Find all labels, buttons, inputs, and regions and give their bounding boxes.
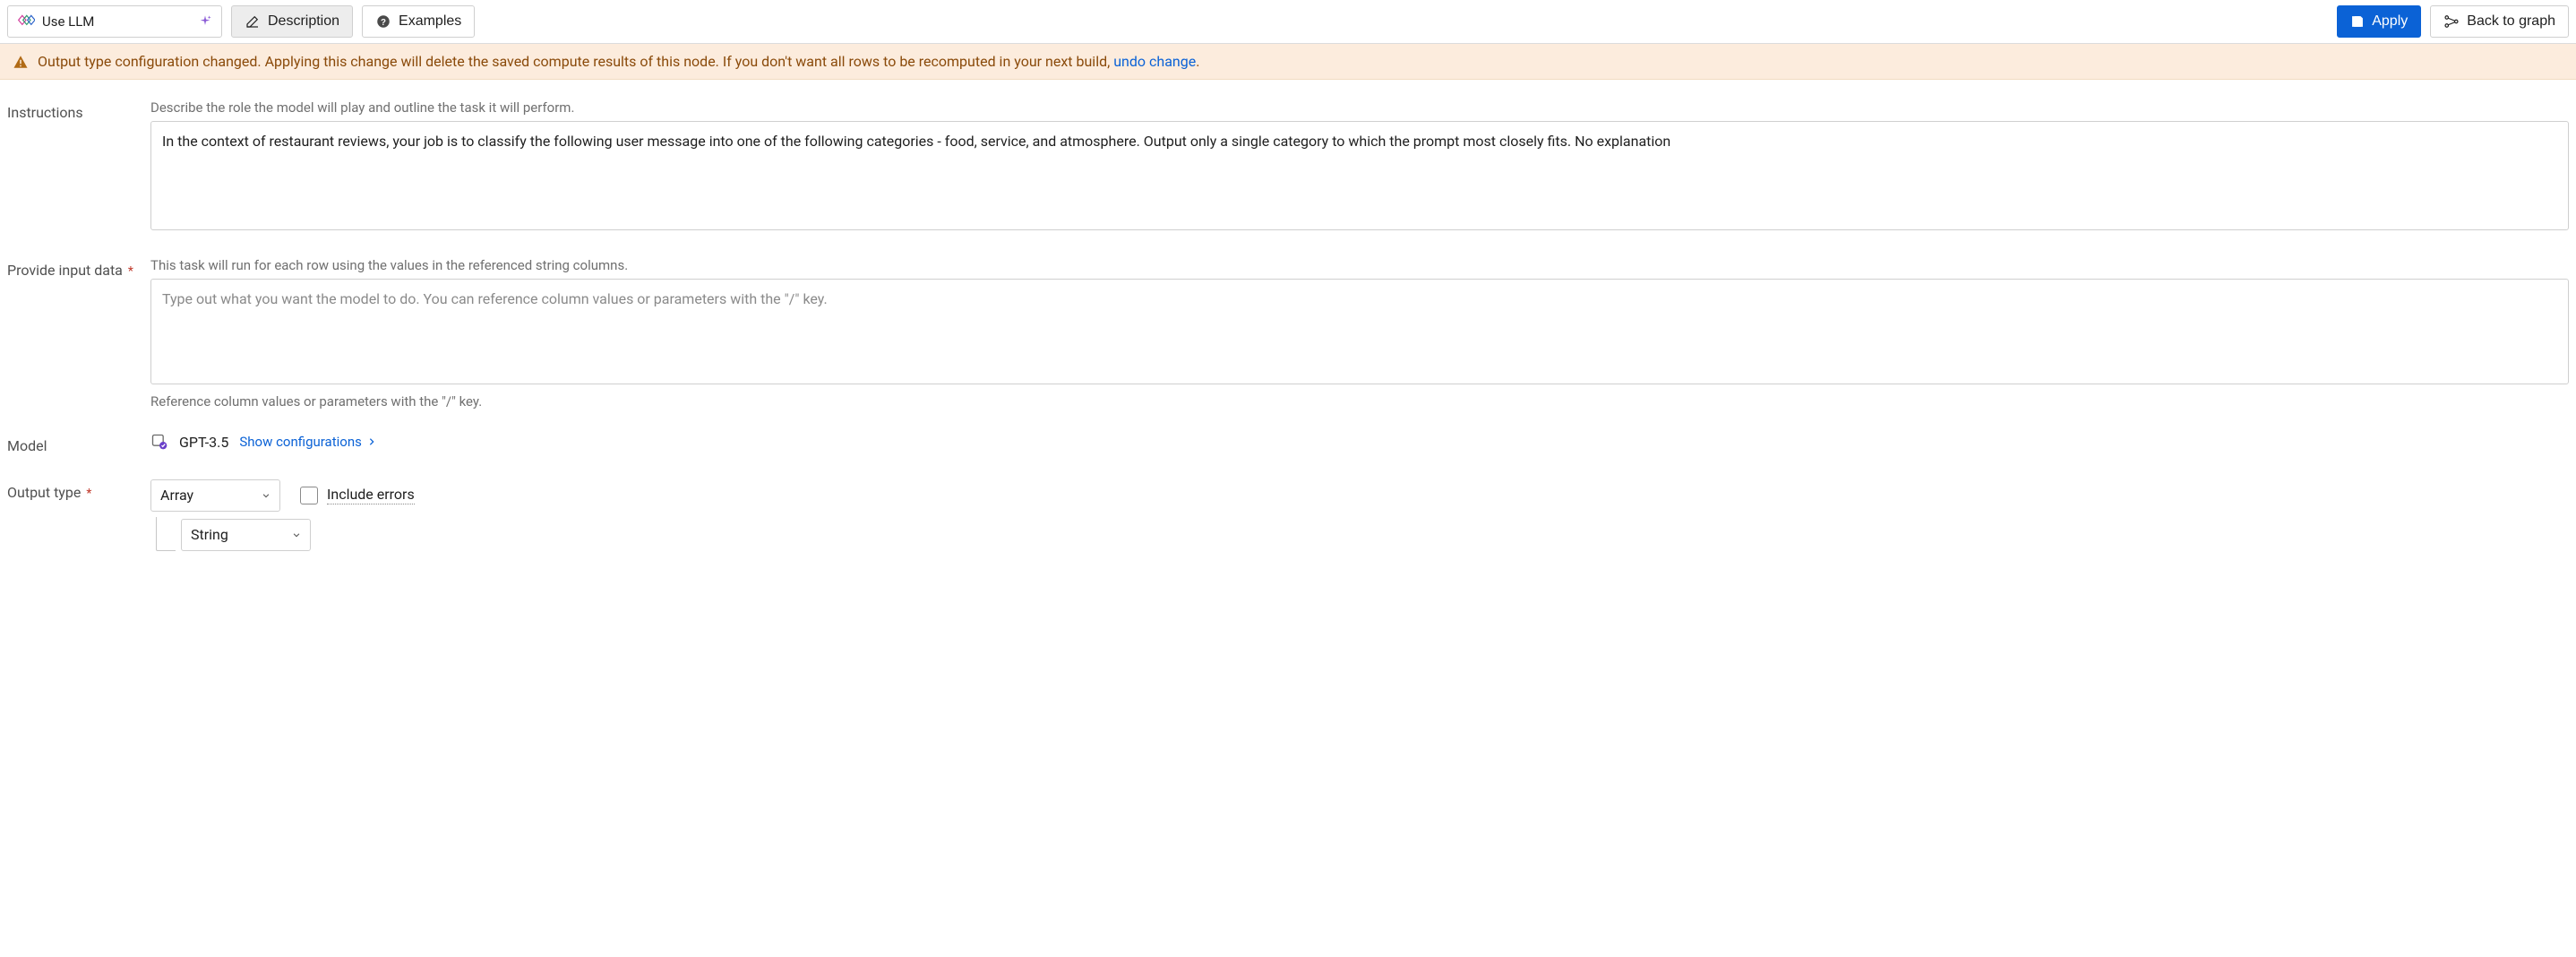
output-type-select[interactable]: Array (150, 479, 280, 512)
output-type-label-text: Output type (7, 484, 81, 501)
nested-connector (156, 517, 176, 551)
instructions-row: Instructions Describe the role the model… (7, 99, 2569, 234)
model-icon (150, 433, 168, 451)
edit-icon (245, 13, 261, 30)
toolbar: Use LLM Description ? Examples (0, 0, 2576, 44)
output-type-select-value: Array (160, 487, 193, 504)
output-type-row: Output type * Array Include errors (7, 479, 2569, 551)
output-subtype-select[interactable]: String (181, 519, 311, 551)
chevron-right-icon (367, 437, 376, 446)
node-title-text: Use LLM (42, 13, 94, 30)
input-data-label: Provide input data * (7, 257, 142, 410)
warning-text-before: Output type configuration changed. Apply… (38, 53, 1113, 70)
warning-text: Output type configuration changed. Apply… (38, 53, 1199, 70)
warning-banner: Output type configuration changed. Apply… (0, 44, 2576, 80)
description-tab-label: Description (268, 13, 339, 30)
output-subtype-row: String (150, 519, 2569, 551)
model-label: Model (7, 433, 142, 456)
input-data-helper-below: Reference column values or parameters wi… (150, 393, 2569, 410)
save-icon (2350, 14, 2365, 29)
required-marker: * (128, 264, 133, 279)
help-icon: ? (375, 13, 391, 30)
svg-text:?: ? (381, 18, 386, 28)
chevron-down-icon (262, 491, 270, 500)
chevron-down-icon (292, 530, 301, 539)
instructions-label: Instructions (7, 99, 142, 234)
input-data-label-text: Provide input data (7, 262, 123, 279)
show-configurations-link[interactable]: Show configurations (239, 434, 376, 450)
include-errors-label: Include errors (327, 486, 415, 504)
instructions-textarea[interactable] (150, 121, 2569, 230)
graph-icon (2443, 13, 2460, 30)
examples-tab-label: Examples (399, 13, 461, 30)
required-marker: * (86, 487, 91, 501)
llm-icon (17, 13, 35, 30)
examples-tab-button[interactable]: ? Examples (362, 5, 475, 38)
back-to-graph-label: Back to graph (2467, 13, 2555, 30)
model-row: Model GPT-3.5 Show configurations (7, 433, 2569, 456)
warning-icon (13, 54, 29, 70)
description-tab-button[interactable]: Description (231, 5, 353, 38)
apply-button-label: Apply (2372, 13, 2408, 30)
output-subtype-select-value: String (191, 526, 228, 543)
show-configurations-label: Show configurations (239, 434, 362, 450)
input-data-row: Provide input data * This task will run … (7, 257, 2569, 410)
warning-text-after: . (1196, 53, 1199, 70)
input-data-helper: This task will run for each row using th… (150, 257, 2569, 273)
back-to-graph-button[interactable]: Back to graph (2430, 5, 2569, 38)
input-data-textarea[interactable] (150, 279, 2569, 384)
form-panel: Instructions Describe the role the model… (0, 80, 2576, 592)
apply-button[interactable]: Apply (2337, 5, 2421, 38)
include-errors-checkbox[interactable] (300, 487, 318, 504)
undo-change-link[interactable]: undo change (1113, 53, 1196, 70)
sparkle-icon (198, 14, 212, 29)
include-errors-checkbox-wrap[interactable]: Include errors (300, 486, 415, 504)
node-title-chip[interactable]: Use LLM (7, 5, 222, 38)
model-name: GPT-3.5 (179, 434, 228, 451)
instructions-helper: Describe the role the model will play an… (150, 99, 2569, 116)
output-type-label: Output type * (7, 479, 142, 551)
